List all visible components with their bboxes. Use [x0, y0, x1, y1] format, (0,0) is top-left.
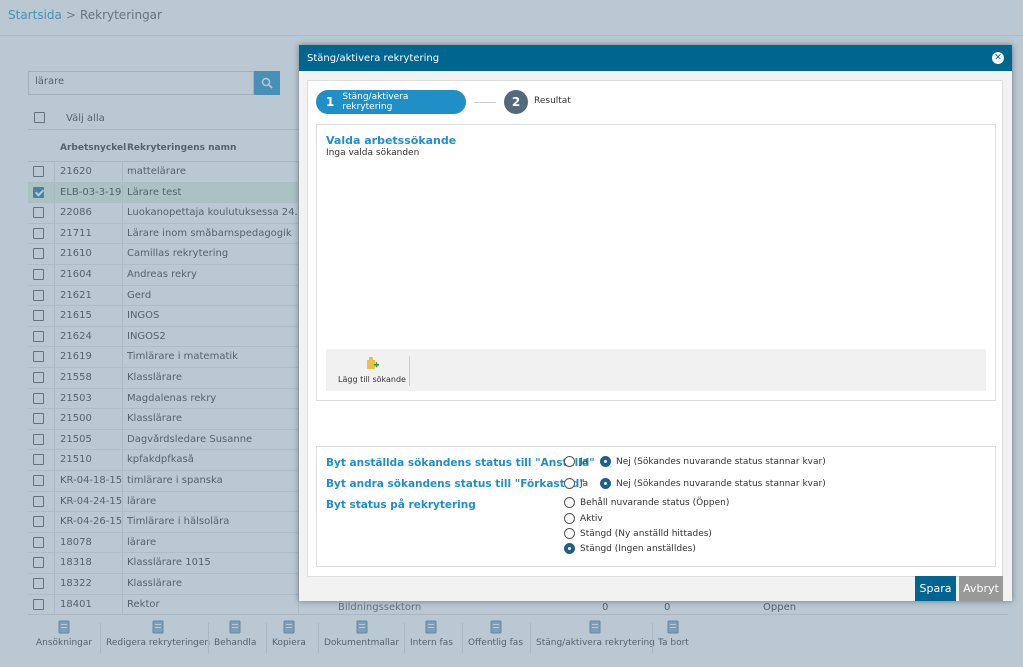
dialog-panel: 1 Stäng/aktivera rekrytering 2 Resultat …	[307, 80, 1003, 577]
status-option-radio[interactable]: Stängd (Ingen anställdes)	[564, 543, 696, 554]
hired-status-label: Byt anställda sökandens status till "Ans…	[326, 457, 595, 469]
hired-no-radio[interactable]: Nej (Sökandes nuvarande status stannar k…	[600, 456, 826, 467]
selected-applicants-title: Valda arbetssökande	[326, 134, 457, 147]
step-1[interactable]: 1 Stäng/aktivera rekrytering	[316, 90, 466, 114]
cancel-button[interactable]: Avbryt	[959, 576, 1003, 601]
radio-circle	[564, 513, 575, 524]
radio-circle	[564, 497, 575, 508]
radio-label: Ja	[580, 478, 589, 489]
step-2-label: Resultat	[534, 96, 571, 106]
hired-yes-radio[interactable]: Ja	[564, 456, 588, 467]
dialog-body: 1 Stäng/aktivera rekrytering 2 Resultat …	[307, 80, 1004, 622]
radio-label: Nej (Sökandes nuvarande status stannar k…	[616, 478, 826, 489]
step-1-number: 1	[326, 95, 335, 109]
radio-label: Nej (Sökandes nuvarande status stannar k…	[616, 456, 826, 467]
radio-circle	[564, 478, 575, 489]
rejected-status-label: Byt andra sökandens status till "Förkast…	[326, 478, 585, 490]
rejected-yes-radio[interactable]: Ja	[564, 478, 588, 489]
radio-label: Aktiv	[580, 513, 603, 524]
step-1-label: Stäng/aktivera rekrytering	[342, 92, 409, 112]
toolbar-divider	[409, 356, 410, 386]
add-applicant-label: Lägg till sökande	[338, 375, 406, 384]
radio-label: Stängd (Ingen anställdes)	[580, 543, 696, 554]
save-button[interactable]: Spara	[915, 576, 956, 601]
rejected-no-radio[interactable]: Nej (Sökandes nuvarande status stannar k…	[600, 478, 826, 489]
radio-label: Stängd (Ny anställd hittades)	[580, 528, 712, 539]
dialog-header: Stäng/aktivera rekrytering ✕	[299, 45, 1012, 71]
selected-applicants-empty: Inga valda sökanden	[326, 148, 420, 158]
recruitment-status-label: Byt status på rekrytering	[326, 499, 476, 511]
selected-applicants-box: Valda arbetssökande Inga valda sökanden …	[316, 124, 996, 401]
radio-label: Behåll nuvarande status (Öppen)	[580, 497, 730, 508]
close-activate-dialog: Stäng/aktivera rekrytering ✕ 1 Stäng/akt…	[299, 45, 1012, 601]
step-connector	[474, 102, 496, 103]
close-icon[interactable]: ✕	[992, 52, 1004, 64]
radio-circle	[564, 456, 575, 467]
radio-label: Ja	[580, 456, 589, 467]
add-applicant-button[interactable]: Lägg till sökande	[335, 355, 409, 384]
radio-circle	[564, 543, 575, 554]
status-options-box: Byt anställda sökandens status till "Ans…	[316, 446, 996, 567]
add-person-icon	[367, 357, 379, 369]
radio-circle	[564, 528, 575, 539]
step-2-number[interactable]: 2	[504, 90, 528, 114]
radio-circle	[600, 478, 611, 489]
status-option-radio[interactable]: Behåll nuvarande status (Öppen)	[564, 497, 729, 508]
radio-circle	[600, 456, 611, 467]
status-option-radio[interactable]: Aktiv	[564, 513, 603, 524]
applicant-toolbar: Lägg till sökande	[326, 349, 986, 391]
dialog-title: Stäng/aktivera rekrytering	[307, 53, 440, 64]
status-option-radio[interactable]: Stängd (Ny anställd hittades)	[564, 528, 712, 539]
